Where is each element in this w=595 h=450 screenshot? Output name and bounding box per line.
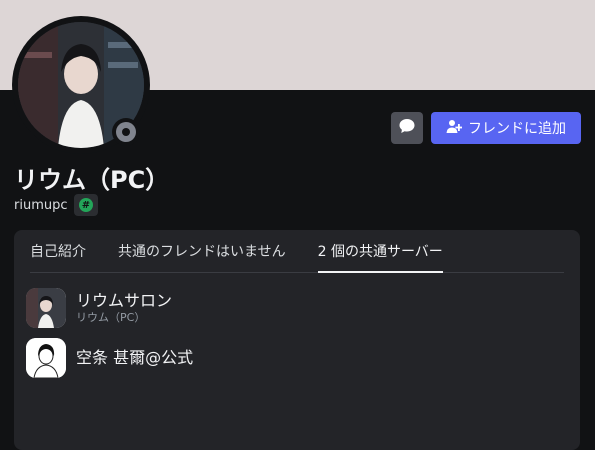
server-name: 空条 甚爾@公式 xyxy=(76,348,194,367)
server-icon xyxy=(26,338,66,378)
profile-tabs: 自己紹介 共通のフレンドはいません 2 個の共通サーバー xyxy=(30,230,564,273)
username: riumupc xyxy=(14,198,68,213)
display-name: リウム（PC） xyxy=(14,166,170,194)
profile-badge[interactable]: # xyxy=(74,194,98,216)
server-icon xyxy=(26,288,66,328)
tab-mutual-servers[interactable]: 2 個の共通サーバー xyxy=(317,230,444,273)
status-indicator xyxy=(112,118,140,146)
add-friend-icon xyxy=(446,118,463,138)
mutual-server-item[interactable]: リウムサロン リウム（PC） xyxy=(26,288,172,328)
offline-status-icon xyxy=(116,122,136,142)
server-name: リウムサロン xyxy=(76,291,173,310)
hashtag-icon: # xyxy=(79,198,93,212)
avatar-frame xyxy=(12,16,150,154)
tab-about-me[interactable]: 自己紹介 xyxy=(30,230,86,272)
message-bubble-icon xyxy=(398,117,416,139)
server-nickname: リウム（PC） xyxy=(76,311,146,324)
send-message-button[interactable] xyxy=(391,112,423,144)
mutual-server-item[interactable]: 空条 甚爾@公式 xyxy=(26,338,193,378)
profile-panel: 自己紹介 共通のフレンドはいません 2 個の共通サーバー リウムサロン リウム（… xyxy=(14,230,580,450)
tab-mutual-friends[interactable]: 共通のフレンドはいません xyxy=(118,230,286,272)
add-friend-label: フレンドに追加 xyxy=(468,121,566,137)
add-friend-button[interactable]: フレンドに追加 xyxy=(431,112,581,144)
